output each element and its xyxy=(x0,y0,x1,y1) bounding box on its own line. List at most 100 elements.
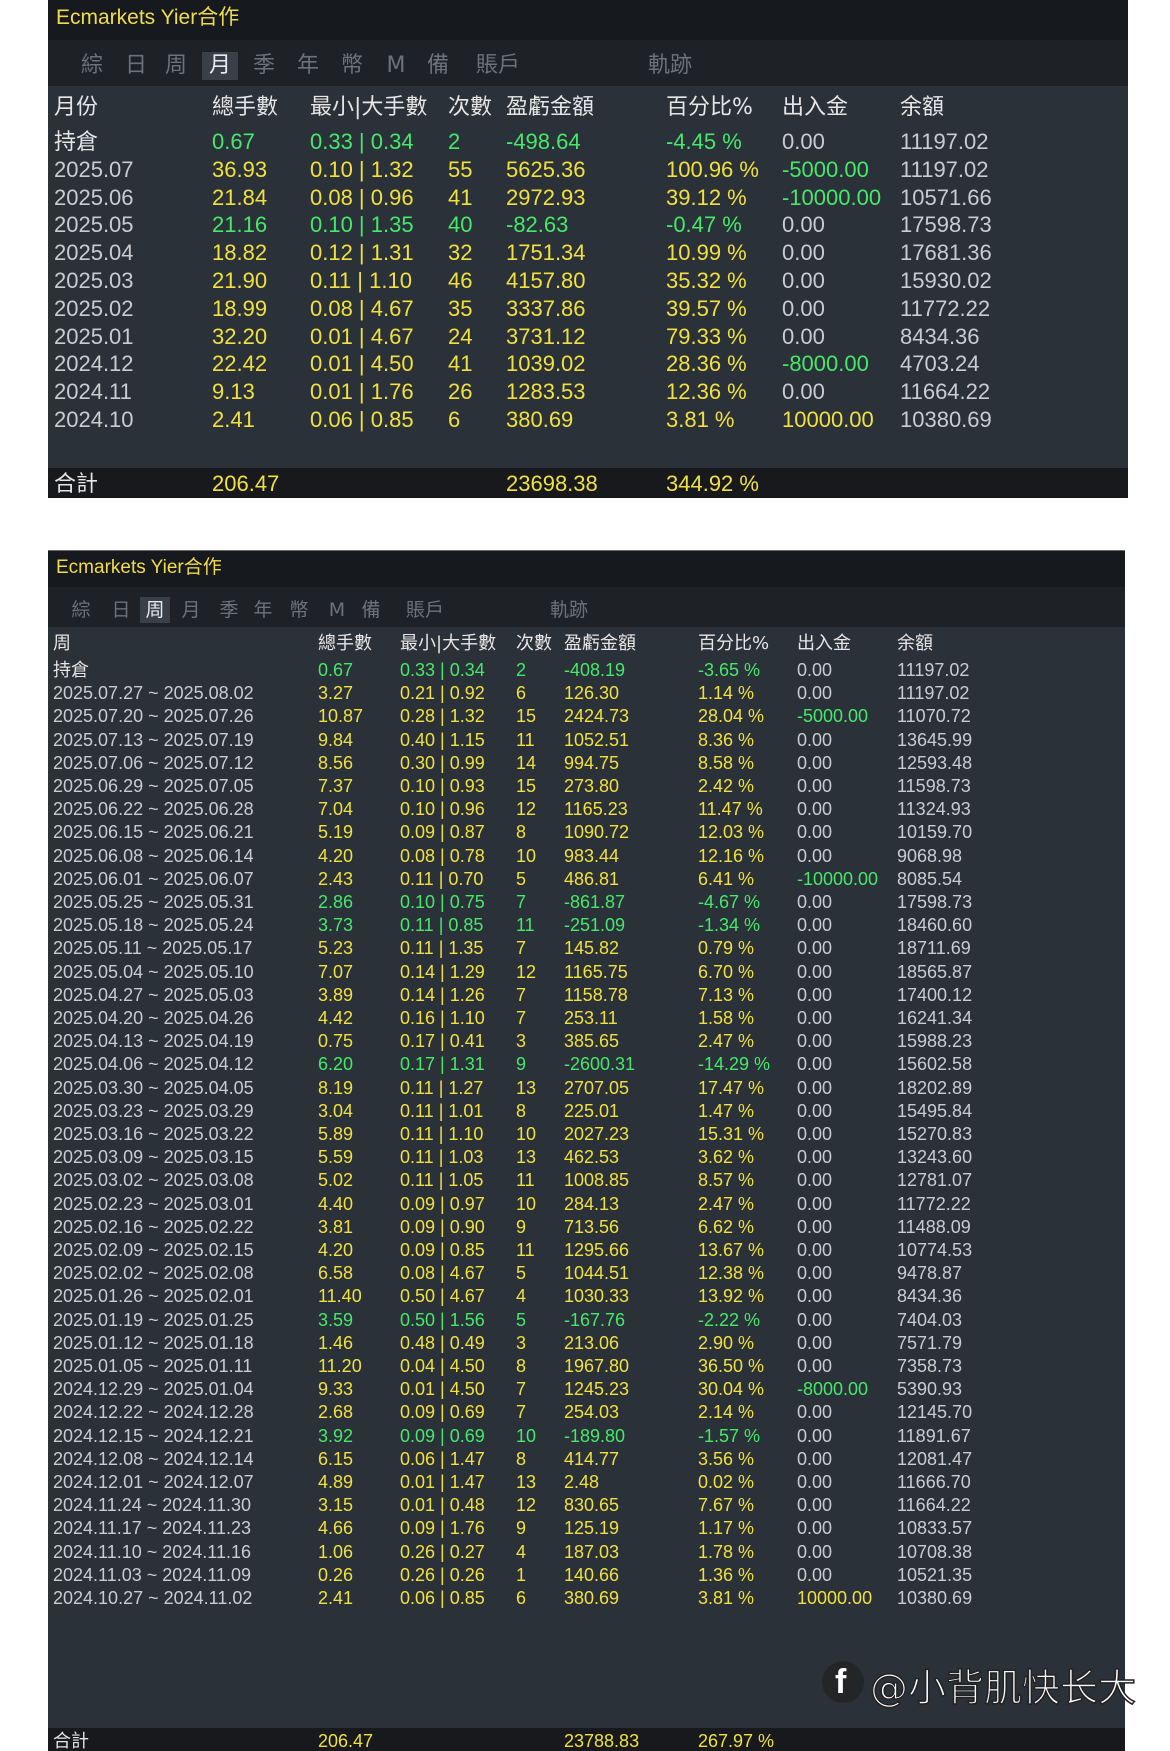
column-header-count[interactable]: 次數 xyxy=(516,631,552,657)
tab-6[interactable]: 幣 xyxy=(334,52,370,80)
tab-2[interactable]: 周 xyxy=(158,52,194,80)
column-header-pnl[interactable]: 盈虧金額 xyxy=(506,92,594,123)
tab-0[interactable]: 綜 xyxy=(74,52,110,80)
table-row[interactable]: 2025.05 21.16 0.10 | 1.35 40 -82.63 -0.47 % 0.… xyxy=(48,209,1128,240)
tab-1[interactable]: 日 xyxy=(118,52,154,80)
table-row[interactable]: 2025.04.27 ~ 2025.05.03 3.89 0.14 | 1.26 7 1… xyxy=(48,982,1125,1008)
table-row[interactable]: 2025.06.22 ~ 2025.06.28 7.04 0.10 | 0.96 12… xyxy=(48,796,1125,822)
table-row[interactable]: 2024.10.27 ~ 2024.11.02 2.41 0.06 | 0.85 6 3… xyxy=(48,1585,1125,1611)
table-row[interactable]: 2025.03.02 ~ 2025.03.08 5.02 0.11 | 1.05 11… xyxy=(48,1167,1125,1193)
table-row[interactable]: 2024.12.22 ~ 2024.12.28 2.68 0.09 | 0.69 7 2… xyxy=(48,1399,1125,1425)
table-row[interactable]: 2025.04.20 ~ 2025.04.26 4.42 0.16 | 1.10 7 2… xyxy=(48,1005,1125,1031)
column-header-balance[interactable]: 余額 xyxy=(900,92,944,123)
table-row[interactable]: 2025.03.09 ~ 2025.03.15 5.59 0.11 | 1.03 13… xyxy=(48,1144,1125,1170)
tab-8[interactable]: 備 xyxy=(420,52,456,80)
tab-2[interactable]: 周 xyxy=(140,597,170,623)
table-row[interactable]: 2025.02 18.99 0.08 | 4.67 35 3337.86 39.57 % 0… xyxy=(48,293,1128,324)
cell-balance: 17681.36 xyxy=(900,240,992,266)
table-row[interactable]: 2025.06.01 ~ 2025.06.07 2.43 0.11 | 0.70 5 4… xyxy=(48,866,1125,892)
tab-3[interactable]: 月 xyxy=(202,52,238,80)
table-row[interactable]: 2025.06.08 ~ 2025.06.14 4.20 0.08 | 0.78 10… xyxy=(48,843,1125,869)
tab-7[interactable]: M xyxy=(378,52,414,80)
table-row[interactable]: 2024.12.29 ~ 2025.01.04 9.33 0.01 | 4.50 7 1… xyxy=(48,1376,1125,1402)
tab-10[interactable]: 軌跡 xyxy=(640,52,700,80)
table-row[interactable]: 2025.07.06 ~ 2025.07.12 8.56 0.30 | 0.99 14… xyxy=(48,750,1125,776)
table-row[interactable]: 2025.05.25 ~ 2025.05.31 2.86 0.10 | 0.75 7 -… xyxy=(48,889,1125,915)
tab-9[interactable]: 賬戶 xyxy=(400,597,450,623)
column-header-period[interactable]: 月份 xyxy=(54,92,98,123)
cell-count: 13 xyxy=(516,1147,537,1168)
cell-percent: 3.81 % xyxy=(698,1588,755,1608)
cell-balance: 15270.83 xyxy=(897,1124,973,1144)
table-row[interactable]: 2025.01.26 ~ 2025.02.01 11.40 0.50 | 4.67 4… xyxy=(48,1283,1125,1309)
table-row[interactable]: 2025.04.13 ~ 2025.04.19 0.75 0.17 | 0.41 3 3… xyxy=(48,1028,1125,1054)
cell-period: 2025.05.18 ~ 2025.05.24 xyxy=(53,915,254,936)
tab-7[interactable]: M xyxy=(322,597,352,623)
table-row[interactable]: 2024.12.01 ~ 2024.12.07 4.89 0.01 | 1.47 13… xyxy=(48,1469,1125,1495)
column-header-deposit[interactable]: 出入金 xyxy=(782,92,848,123)
table-row[interactable]: 2024.11.10 ~ 2024.11.16 1.06 0.26 | 0.27 4 1… xyxy=(48,1539,1125,1565)
table-row[interactable]: 2025.01.19 ~ 2025.01.25 3.59 0.50 | 1.56 5 -… xyxy=(48,1307,1125,1333)
table-row[interactable]: 2025.07.27 ~ 2025.08.02 3.27 0.21 | 0.92 6 1… xyxy=(48,680,1125,706)
table-row[interactable]: 2025.01 32.20 0.01 | 4.67 24 3731.12 79.33 % 0… xyxy=(48,321,1128,352)
table-row[interactable]: 2025.05.04 ~ 2025.05.10 7.07 0.14 | 1.29 12… xyxy=(48,959,1125,985)
cell-pnl: 486.81 xyxy=(564,868,620,889)
table-row[interactable]: 2025.03 21.90 0.11 | 1.10 46 4157.80 35.32 % 0… xyxy=(48,265,1128,296)
table-row[interactable]: 2025.03.23 ~ 2025.03.29 3.04 0.11 | 1.01 8 2… xyxy=(48,1098,1125,1124)
cell-total-lots: 21.90 xyxy=(212,268,268,293)
table-row[interactable]: 2024.12.08 ~ 2024.12.14 6.15 0.06 | 1.47 8 4… xyxy=(48,1446,1125,1472)
table-row[interactable]: 2025.03.16 ~ 2025.03.22 5.89 0.11 | 1.10 10… xyxy=(48,1121,1125,1147)
table-row[interactable]: 2025.01.05 ~ 2025.01.11 11.20 0.04 | 4.50 8… xyxy=(48,1353,1125,1379)
column-header-count[interactable]: 次數 xyxy=(448,92,492,123)
table-row[interactable]: 2024.12.15 ~ 2024.12.21 3.92 0.09 | 0.69 10… xyxy=(48,1423,1125,1449)
column-header-total-lots[interactable]: 總手數 xyxy=(318,631,372,657)
table-row[interactable]: 2024.11.03 ~ 2024.11.09 0.26 0.26 | 0.26 1 1… xyxy=(48,1562,1125,1588)
tab-6[interactable]: 幣 xyxy=(284,597,314,623)
tab-10[interactable]: 軌跡 xyxy=(544,597,594,623)
table-row[interactable]: 2025.05.18 ~ 2025.05.24 3.73 0.11 | 0.85 11… xyxy=(48,912,1125,938)
tab-9[interactable]: 賬戶 xyxy=(468,52,528,80)
table-row[interactable]: 2025.02.23 ~ 2025.03.01 4.40 0.09 | 0.97 10… xyxy=(48,1191,1125,1217)
table-row[interactable]: 2025.06 21.84 0.08 | 0.96 41 2972.93 39.12 % -… xyxy=(48,182,1128,213)
tab-5[interactable]: 年 xyxy=(248,597,278,623)
table-row[interactable]: 2024.11.17 ~ 2024.11.23 4.66 0.09 | 1.76 9 1… xyxy=(48,1515,1125,1541)
table-row[interactable]: 2025.04 18.82 0.12 | 1.31 32 1751.34 10.99 % 0… xyxy=(48,237,1128,268)
table-row[interactable]: 2025.05.11 ~ 2025.05.17 5.23 0.11 | 1.35 7 1… xyxy=(48,935,1125,961)
table-row[interactable]: 2024.12 22.42 0.01 | 4.50 41 1039.02 28.36 % -… xyxy=(48,348,1128,379)
column-header-balance[interactable]: 余額 xyxy=(897,631,933,657)
cell-count: 40 xyxy=(448,212,473,238)
tab-4[interactable]: 季 xyxy=(214,597,244,623)
table-row-open-positions[interactable]: 持倉 0.67 0.33 | 0.34 2 -408.19 -3.65 % 0.00 1119… xyxy=(48,657,1125,683)
table-row[interactable]: 2025.02.02 ~ 2025.02.08 6.58 0.08 | 4.67 5 1… xyxy=(48,1260,1125,1286)
column-header-percent[interactable]: 百分比% xyxy=(698,631,769,657)
table-row[interactable]: 2025.01.12 ~ 2025.01.18 1.46 0.48 | 0.49 3 2… xyxy=(48,1330,1125,1356)
table-row[interactable]: 2025.02.09 ~ 2025.02.15 4.20 0.09 | 0.85 11… xyxy=(48,1237,1125,1263)
tab-5[interactable]: 年 xyxy=(290,52,326,80)
table-row[interactable]: 2024.11 9.13 0.01 | 1.76 26 1283.53 12.36 % 0.… xyxy=(48,376,1128,407)
table-row[interactable]: 2025.07.20 ~ 2025.07.26 10.87 0.28 | 1.32 1… xyxy=(48,703,1125,729)
tab-3[interactable]: 月 xyxy=(176,597,206,623)
column-header-min-max-lots[interactable]: 最小|大手數 xyxy=(400,631,496,657)
table-row[interactable]: 2025.02.16 ~ 2025.02.22 3.81 0.09 | 0.90 9 7… xyxy=(48,1214,1125,1240)
table-row[interactable]: 2025.03.30 ~ 2025.04.05 8.19 0.11 | 1.27 13… xyxy=(48,1075,1125,1101)
table-row[interactable]: 2025.07.13 ~ 2025.07.19 9.84 0.40 | 1.15 11… xyxy=(48,727,1125,753)
tab-0[interactable]: 綜 xyxy=(66,597,96,623)
tab-8[interactable]: 備 xyxy=(356,597,386,623)
tab-1[interactable]: 日 xyxy=(106,597,136,623)
column-header-min-max-lots[interactable]: 最小|大手數 xyxy=(310,92,427,123)
table-row[interactable]: 2024.10 2.41 0.06 | 0.85 6 380.69 3.81 % 10000… xyxy=(48,404,1128,435)
table-row[interactable]: 2025.06.29 ~ 2025.07.05 7.37 0.10 | 0.93 15… xyxy=(48,773,1125,799)
column-header-total-lots[interactable]: 總手數 xyxy=(212,92,278,123)
column-header-deposit[interactable]: 出入金 xyxy=(797,631,851,657)
cell-percent: -2.22 % xyxy=(698,1309,761,1330)
table-row[interactable]: 2025.06.15 ~ 2025.06.21 5.19 0.09 | 0.87 8 1… xyxy=(48,819,1125,845)
column-header-percent[interactable]: 百分比% xyxy=(666,92,753,123)
cell-count: 9 xyxy=(516,1518,527,1539)
table-row[interactable]: 2025.04.06 ~ 2025.04.12 6.20 0.17 | 1.31 9 -… xyxy=(48,1051,1125,1077)
table-row[interactable]: 2024.11.24 ~ 2024.11.30 3.15 0.01 | 0.48 12… xyxy=(48,1492,1125,1518)
table-row-open-positions[interactable]: 持倉 0.67 0.33 | 0.34 2 -498.64 -4.45 % 0.00 1119… xyxy=(48,126,1128,157)
column-header-period[interactable]: 周 xyxy=(53,631,71,657)
tab-4[interactable]: 季 xyxy=(246,52,282,80)
column-header-pnl[interactable]: 盈虧金額 xyxy=(564,631,636,657)
table-row[interactable]: 2025.07 36.93 0.10 | 1.32 55 5625.36 100.96 %… xyxy=(48,154,1128,185)
